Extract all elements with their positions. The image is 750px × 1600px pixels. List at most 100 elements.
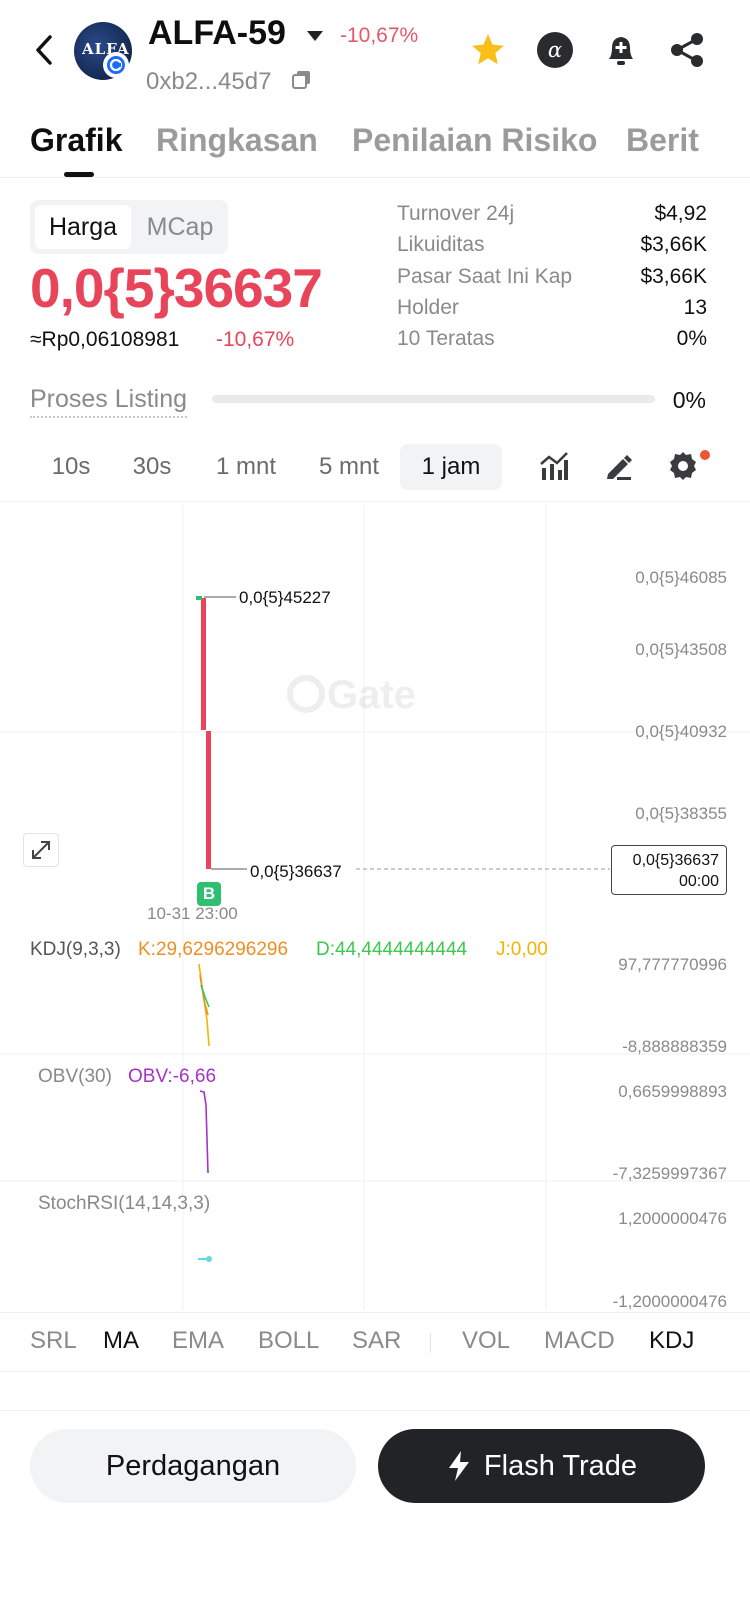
y-tick-label: 0,0{5}38355 — [635, 804, 727, 823]
fullscreen-button[interactable] — [23, 833, 59, 867]
buy-marker[interactable]: B — [197, 882, 221, 906]
kdj-j-value: J:0,00 — [496, 939, 548, 960]
obv-min-label: -7,3259997367 — [613, 1164, 727, 1183]
bell-plus-icon[interactable] — [601, 30, 641, 70]
obv-value: OBV:-6,66 — [128, 1066, 217, 1087]
tab-grafik[interactable]: Grafik — [30, 122, 122, 159]
chain-badge-icon — [103, 52, 129, 78]
tab-ringkasan[interactable]: Ringkasan — [156, 122, 318, 159]
stat-label: Holder — [397, 296, 459, 319]
indicator-boll[interactable]: BOLL — [258, 1327, 319, 1355]
price-tag-value: 0,0{5}36637 — [632, 852, 719, 869]
current-price: 0,0{5}36637 — [30, 257, 323, 319]
svg-text:α: α — [548, 38, 562, 62]
toggle-harga[interactable]: Harga — [35, 205, 131, 249]
settings-gear-icon[interactable] — [665, 448, 701, 484]
bottom-action-bar: Perdagangan Flash Trade — [0, 1410, 750, 1600]
token-name[interactable]: ALFA-59 — [148, 14, 286, 53]
stochrsi-max-label: 1,2000000476 — [618, 1209, 727, 1228]
chevron-left-icon — [36, 35, 52, 65]
stat-label: 10 Teratas — [397, 327, 495, 350]
kdj-min-label: -8,888888359 — [622, 1037, 727, 1056]
candle-tick — [196, 596, 202, 600]
obv-line — [199, 1090, 209, 1174]
indicator-ma[interactable]: MA — [103, 1327, 139, 1355]
stat-row: Likuiditas $3,66K — [397, 233, 707, 261]
lightning-icon — [448, 1451, 469, 1481]
price-tag-time: 00:00 — [678, 873, 719, 890]
stochrsi-point — [206, 1256, 212, 1262]
kdj-name: KDJ(9,3,3) — [30, 939, 121, 960]
main-tabs: Grafik Ringkasan Penilaian Risiko Berit — [0, 112, 750, 178]
interval-10s[interactable]: 10s — [40, 444, 102, 490]
stat-value: 13 — [683, 296, 707, 319]
watermark-text: Gate — [327, 673, 416, 717]
price-change: -10,67% — [216, 328, 295, 351]
indicator-sar[interactable]: SAR — [352, 1327, 401, 1355]
listing-label[interactable]: Proses Listing — [30, 385, 188, 418]
indicator-tabs: SRL MA EMA BOLL SAR VOL MACD KDJ — [0, 1312, 750, 1372]
kdj-max-label: 97,777770996 — [618, 955, 727, 974]
stat-value: $3,66K — [640, 233, 707, 256]
indicator-macd[interactable]: MACD — [544, 1327, 615, 1355]
stat-label: Turnover 24j — [397, 202, 515, 225]
contract-address: 0xb2...45d7 — [146, 68, 272, 95]
y-tick-label: 0,0{5}43508 — [635, 640, 727, 659]
stat-value: $4,92 — [654, 202, 707, 225]
share-icon[interactable] — [667, 30, 707, 70]
kdj-k-value: K:29,6296296296 — [138, 939, 289, 960]
star-icon[interactable] — [468, 30, 508, 70]
candle-bar — [206, 731, 211, 869]
y-tick-label: 0,0{5}40932 — [635, 722, 727, 741]
back-button[interactable] — [28, 30, 60, 70]
listing-progress-bar — [212, 395, 655, 403]
interval-5m[interactable]: 5 mnt — [304, 444, 394, 490]
indicator-ema[interactable]: EMA — [172, 1327, 224, 1355]
x-axis-time-label: 10-31 23:00 — [147, 904, 238, 923]
stat-row: 10 Teratas 0% — [397, 327, 707, 355]
interval-1h[interactable]: 1 jam — [400, 444, 502, 490]
kdj-d-value: D:44,4444444444 — [316, 939, 468, 960]
indicator-vol[interactable]: VOL — [462, 1327, 510, 1355]
toggle-mcap[interactable]: MCap — [134, 205, 226, 249]
header-change: -10,67% — [340, 24, 419, 47]
obv-max-label: 0,6659998893 — [618, 1082, 727, 1101]
stochrsi-min-label: -1,2000000476 — [613, 1292, 727, 1310]
caret-down-icon[interactable] — [306, 30, 324, 42]
alpha-icon[interactable]: α — [535, 30, 575, 70]
stat-row: Turnover 24j $4,92 — [397, 202, 707, 230]
high-price-label: 0,0{5}45227 — [239, 588, 331, 607]
tab-berita[interactable]: Berit — [626, 122, 706, 159]
candle-bar — [201, 598, 206, 730]
tab-active-indicator — [64, 172, 94, 177]
trade-button[interactable]: Perdagangan — [30, 1429, 356, 1503]
indicator-chart-icon[interactable] — [536, 448, 572, 484]
notification-dot — [700, 450, 710, 460]
stochrsi-name: StochRSI(14,14,3,3) — [38, 1193, 211, 1214]
draw-pen-icon[interactable] — [601, 448, 637, 484]
chart-svg: Gate 0,0{5}46085 0,0{5}43508 0,0{5}40932… — [0, 505, 750, 1311]
listing-value: 0% — [672, 387, 706, 413]
flash-trade-button[interactable]: Flash Trade — [378, 1429, 705, 1503]
low-price-label: 0,0{5}36637 — [250, 862, 342, 881]
stat-value: $3,66K — [640, 265, 707, 288]
stat-label: Pasar Saat Ini Kap — [397, 265, 573, 288]
interval-bar: 10s 30s 1 mnt 5 mnt 1 jam — [0, 440, 750, 502]
gate-watermark-icon: Gate — [287, 673, 416, 717]
expand-icon — [32, 841, 50, 859]
price-chart[interactable]: Gate 0,0{5}46085 0,0{5}43508 0,0{5}40932… — [0, 505, 750, 1311]
interval-1m[interactable]: 1 mnt — [200, 444, 292, 490]
stat-label: Likuiditas — [397, 233, 485, 256]
obv-name: OBV(30) — [38, 1066, 112, 1087]
price-idr: ≈Rp0,06108981 — [30, 328, 180, 351]
header: ALFA ALFA-59 -10,67% 0xb2...45d7 α — [0, 0, 750, 110]
interval-30s[interactable]: 30s — [120, 444, 184, 490]
indicator-kdj[interactable]: KDJ — [649, 1327, 694, 1355]
tab-penilaian-risiko[interactable]: Penilaian Risiko — [352, 122, 597, 159]
indicator-srl[interactable]: SRL — [30, 1327, 77, 1355]
stat-row: Pasar Saat Ini Kap $3,66K — [397, 265, 707, 293]
copy-icon[interactable] — [292, 70, 312, 90]
y-tick-label: 0,0{5}46085 — [635, 568, 727, 587]
current-price-tag: 0,0{5}36637 00:00 — [611, 845, 727, 895]
price-mcap-toggle: Harga MCap — [30, 200, 228, 254]
